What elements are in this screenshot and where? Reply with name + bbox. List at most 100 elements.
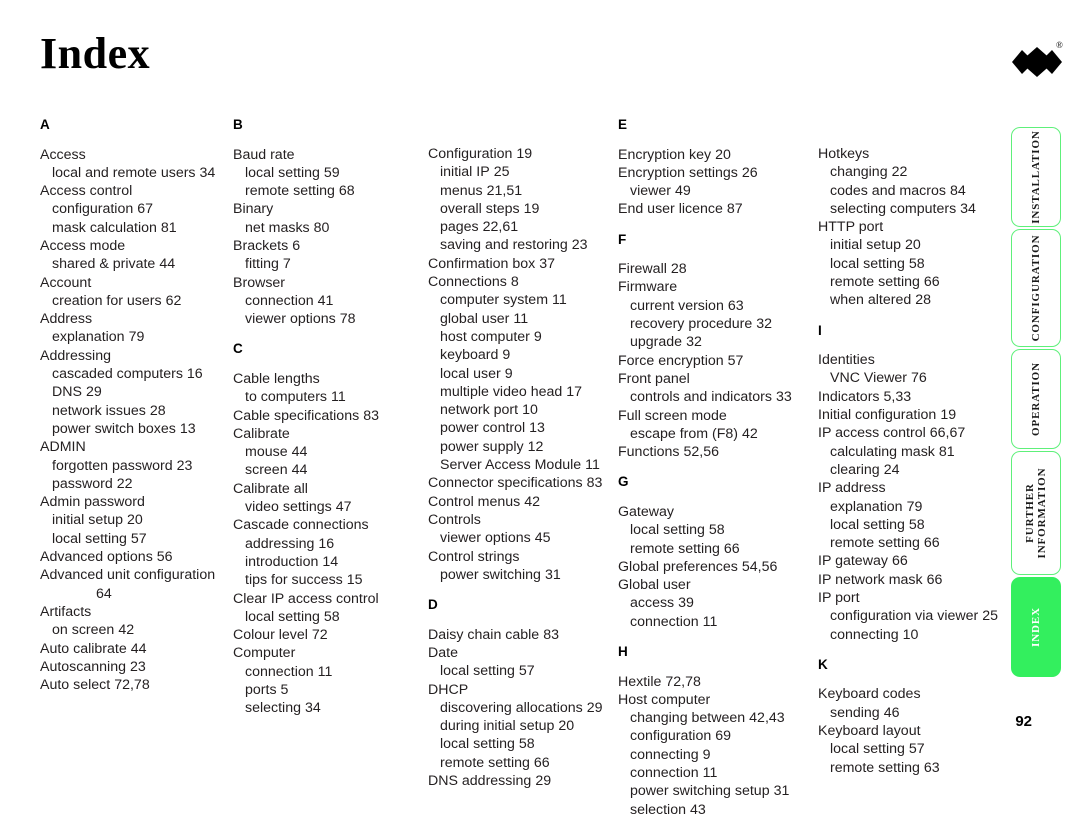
index-entry-page: 34: [305, 700, 321, 717]
index-entry-text: remote setting: [630, 540, 720, 557]
index-entry: Connector specifications 83: [428, 474, 616, 492]
index-entry: overall steps 19: [428, 200, 616, 218]
index-entry-text: remote setting: [830, 535, 920, 552]
index-entry-text: local setting: [630, 522, 705, 539]
index-entry-page: 52,56: [683, 444, 720, 461]
index-entry: multiple video head 17: [428, 383, 616, 401]
index-entry-text: changing between: [630, 710, 746, 727]
index-entry-page: 11: [317, 663, 333, 680]
index-entry-text: VNC Viewer: [830, 370, 908, 387]
index-entry: fitting 7: [233, 255, 421, 273]
index-entry-text: menus: [440, 182, 483, 199]
index-entry: Autoscanning 23: [40, 658, 228, 676]
index-entry-text: Server Access Module: [440, 457, 582, 474]
index-entry-text: forgotten password: [52, 457, 173, 474]
side-tab-installation[interactable]: INSTALLATION: [1011, 127, 1061, 227]
index-entry-page: 19: [523, 200, 540, 217]
index-entry-text: initial setup: [830, 237, 901, 254]
index-entry: Control menus 42: [428, 493, 616, 511]
index-entry-text: computer system: [440, 292, 549, 309]
index-entry: Advanced options 56: [40, 548, 228, 566]
index-entry-page: 29: [85, 384, 102, 401]
side-tab-operation[interactable]: OPERATION: [1011, 349, 1061, 449]
index-entry-page: 57: [518, 663, 535, 680]
index-entry: Encryption settings 26: [618, 164, 806, 182]
side-tab-label: CONFIGURATION: [1030, 234, 1042, 342]
index-entry-text: Brackets: [233, 237, 289, 254]
index-entry-text: initial IP: [440, 164, 490, 181]
index-entry: Auto select 72,78: [40, 676, 228, 694]
index-entry: local setting 57: [40, 530, 228, 548]
index-entry-text: explanation: [52, 329, 125, 346]
index-entry-text: Encryption settings: [618, 164, 738, 181]
index-entry-text: local setting: [245, 164, 320, 181]
index-entry-page: 66: [923, 274, 940, 291]
index-entry-page: 58: [323, 608, 340, 625]
index-entry-text: explanation: [830, 498, 903, 515]
section-letter: K: [818, 656, 828, 672]
index-entry-page: 58: [908, 255, 925, 272]
side-tab-index[interactable]: INDEX: [1011, 577, 1061, 677]
index-entry-text: Cable lengths: [233, 370, 320, 387]
index-entry-page: 11: [513, 310, 529, 327]
index-entry: Computer: [233, 644, 421, 662]
index-entry-text: Auto select: [40, 677, 111, 694]
index-entry-page: 23: [571, 237, 588, 254]
index-entry-page: 78: [339, 311, 356, 328]
side-tab-configuration[interactable]: CONFIGURATION: [1011, 229, 1061, 347]
section-letter: A: [40, 117, 50, 132]
index-entry-page: 66: [891, 553, 908, 570]
index-entry-text: Addressing: [40, 347, 111, 364]
index-entry-text: Identities: [818, 352, 875, 369]
index-entry: connection 41: [233, 292, 421, 310]
index-entry-text: global user: [440, 310, 510, 327]
index-entry-text: Indicators: [818, 388, 880, 405]
index-entry-page: 81: [160, 219, 177, 236]
index-entry-page: 6: [292, 237, 301, 254]
index-entry-page: 47: [335, 499, 352, 516]
index-entry: Controls: [428, 511, 616, 529]
index-entry: Cascade connections: [233, 516, 421, 534]
index-entry-text: escape from (F8): [630, 425, 739, 442]
index-entry-text: Browser: [233, 274, 286, 291]
index-entry-text: Firewall: [618, 261, 667, 278]
index-entry: End user licence 87: [618, 200, 806, 218]
index-entry-text: viewer options: [245, 311, 336, 328]
index-entry-page: 12: [527, 438, 544, 455]
index-entry-text: Keyboard layout: [818, 723, 921, 740]
index-entry-page: 44: [291, 462, 308, 479]
index-entry: recovery procedure 32: [618, 315, 806, 333]
index-entry-text: Daisy chain cable: [428, 626, 540, 643]
index-entry-page: 68: [338, 183, 355, 200]
side-tab-further-information[interactable]: FURTHER INFORMATION: [1011, 451, 1061, 575]
index-entry-page: 39: [678, 595, 694, 612]
section-letter: E: [618, 117, 628, 132]
index-entry: during initial setup 20: [428, 717, 616, 735]
index-entry: Firewall 28: [618, 260, 806, 278]
index-entry: power switching 31: [428, 566, 616, 584]
index-entry-page: 11: [331, 389, 346, 406]
index-entry-text: ports: [245, 682, 277, 699]
index-entry: Front panel: [618, 370, 806, 388]
index-entry: remote setting 66: [618, 540, 806, 558]
index-entry-text: local setting: [440, 736, 515, 753]
index-entry-page: 49: [675, 183, 691, 200]
index-entry: IP network mask 66: [818, 571, 1018, 589]
index-entry-page: 19: [516, 146, 533, 162]
index-entry-text: when altered: [830, 292, 912, 309]
index-entry-page: 13: [179, 420, 196, 437]
side-tab-navigation: INSTALLATION CONFIGURATION OPERATION FURTHE…: [1011, 127, 1061, 679]
index-entry-page: 32: [686, 334, 702, 351]
index-entry: Calibrate all: [233, 480, 421, 498]
index-entry: Calibrate: [233, 425, 421, 443]
index-entry-text: Access mode: [40, 237, 126, 254]
index-entry-text: Initial configuration: [818, 407, 937, 424]
index-entry-page: 11: [702, 613, 718, 630]
index-entry-page: 72: [311, 627, 328, 644]
index-column-3: E Encryption key 20 Encryption settings 26 vi…: [618, 118, 806, 819]
side-tab-label: OPERATION: [1030, 362, 1042, 436]
index-entry: sending 46: [818, 704, 1018, 722]
index-entry: Account: [40, 274, 228, 292]
index-entry-page: 34: [960, 200, 976, 217]
index-entry-text: Gateway: [618, 503, 674, 520]
